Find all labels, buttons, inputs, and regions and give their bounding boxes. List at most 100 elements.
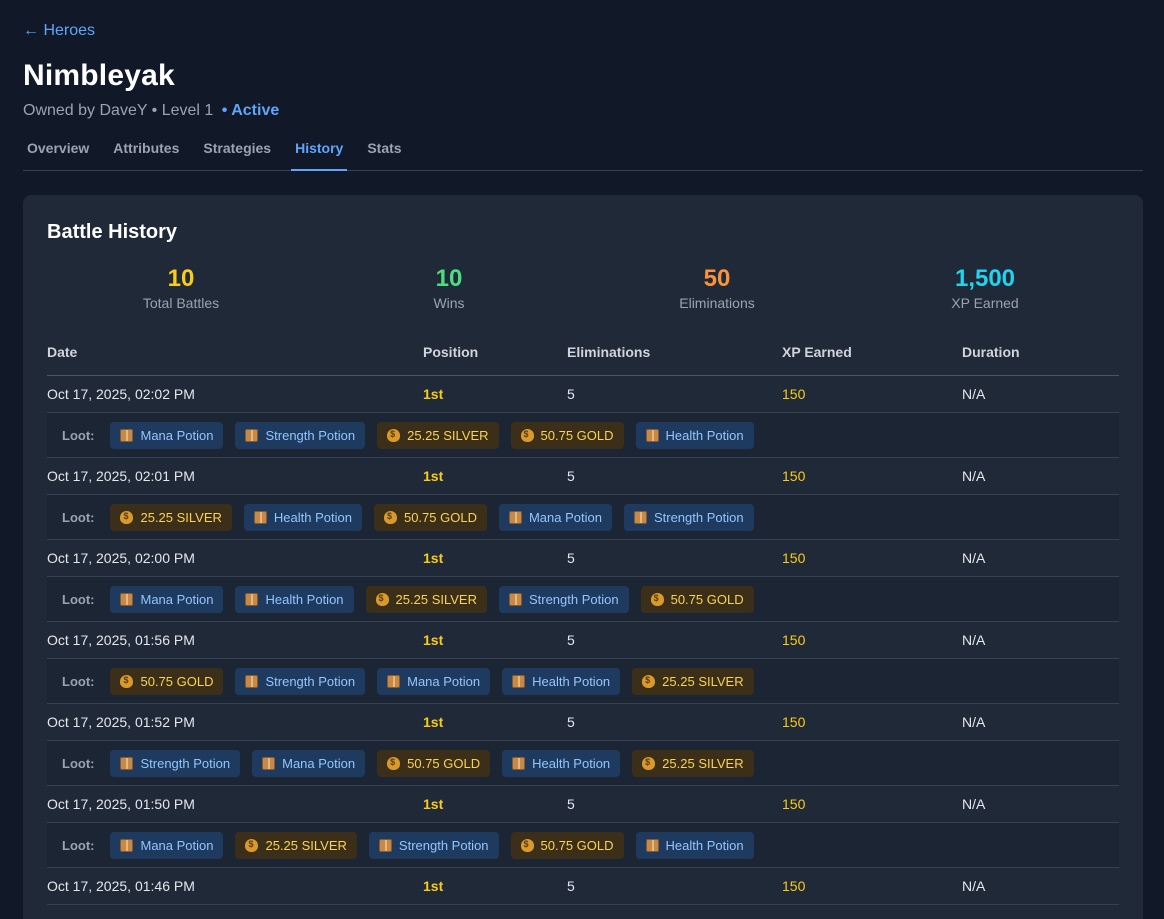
loot-chip[interactable]: 50.75 GOLD bbox=[377, 749, 491, 777]
table-row[interactable]: Oct 17, 2025, 02:01 PM 1st 5 150 N/A bbox=[47, 458, 1119, 495]
battle-history-table: Date Position Eliminations XP Earned Dur… bbox=[47, 338, 1119, 905]
battle-date: Oct 17, 2025, 01:46 PM bbox=[47, 878, 195, 894]
summary-stat: 10 Wins bbox=[315, 266, 583, 312]
money-bag-icon bbox=[375, 592, 389, 606]
table-row[interactable]: Oct 17, 2025, 02:02 PM 1st 5 150 N/A bbox=[47, 376, 1119, 413]
loot-chip-label: Mana Potion bbox=[407, 673, 481, 689]
table-body: Oct 17, 2025, 02:02 PM 1st 5 150 N/A Loot: Man… bbox=[47, 376, 1119, 905]
loot-chip-label: Mana Potion bbox=[140, 427, 214, 443]
loot-chip[interactable]: Mana Potion bbox=[110, 831, 224, 859]
column-header-eliminations: Eliminations bbox=[567, 344, 651, 360]
battle-duration: N/A bbox=[962, 714, 986, 730]
loot-row: Loot: 25.25 SILVER Health Potion 50.75 GOLD… bbox=[47, 495, 1119, 540]
battle-duration: N/A bbox=[962, 878, 986, 894]
table-row[interactable]: Oct 17, 2025, 01:50 PM 1st 5 150 N/A bbox=[47, 786, 1119, 823]
tab-stats[interactable]: Stats bbox=[363, 132, 405, 171]
loot-chip[interactable]: Mana Potion bbox=[110, 421, 224, 449]
loot-chip[interactable]: Health Potion bbox=[635, 421, 754, 449]
loot-chip-label: Health Potion bbox=[265, 591, 344, 607]
loot-chip-label: 25.25 SILVER bbox=[407, 427, 489, 443]
loot-chip[interactable]: Strength Potion bbox=[368, 831, 499, 859]
battle-eliminations: 5 bbox=[567, 550, 575, 566]
loot-chip-label: 25.25 SILVER bbox=[395, 591, 477, 607]
loot-chip[interactable]: 50.75 GOLD bbox=[110, 667, 224, 695]
battle-eliminations: 5 bbox=[567, 796, 575, 812]
loot-label: Loot: bbox=[62, 673, 95, 689]
loot-chip[interactable]: 25.25 SILVER bbox=[632, 667, 754, 695]
money-bag-icon bbox=[245, 838, 259, 852]
loot-chip[interactable]: Health Potion bbox=[502, 667, 621, 695]
loot-chip[interactable]: Strength Potion bbox=[235, 421, 366, 449]
battle-position: 1st bbox=[423, 796, 444, 812]
loot-chip[interactable]: 25.25 SILVER bbox=[377, 421, 499, 449]
loot-chip[interactable]: 50.75 GOLD bbox=[510, 421, 624, 449]
loot-chip[interactable]: Mana Potion bbox=[377, 667, 491, 695]
loot-chip[interactable]: 25.25 SILVER bbox=[365, 585, 487, 613]
back-to-heroes-link[interactable]: ← Heroes bbox=[23, 22, 95, 40]
loot-chip[interactable]: 25.25 SILVER bbox=[235, 831, 357, 859]
battle-xp: 150 bbox=[782, 386, 806, 402]
crate-icon bbox=[508, 592, 522, 606]
loot-chip[interactable]: Strength Potion bbox=[110, 749, 241, 777]
loot-chip[interactable]: 50.75 GOLD bbox=[640, 585, 754, 613]
battle-date: Oct 17, 2025, 01:52 PM bbox=[47, 714, 195, 730]
hero-detail-page: ← Heroes Nimbleyak Owned by DaveY • Leve… bbox=[0, 0, 1164, 919]
loot-chip[interactable]: Health Potion bbox=[635, 831, 754, 859]
loot-chip-label: Strength Potion bbox=[265, 673, 356, 689]
summary-stat-label: Total Battles bbox=[142, 295, 220, 311]
loot-chip[interactable]: Health Potion bbox=[243, 503, 362, 531]
loot-chip-label: 25.25 SILVER bbox=[662, 755, 744, 771]
loot-chip[interactable]: 25.25 SILVER bbox=[110, 503, 232, 531]
table-row[interactable]: Oct 17, 2025, 01:52 PM 1st 5 150 N/A bbox=[47, 704, 1119, 741]
battle-eliminations: 5 bbox=[567, 468, 575, 484]
loot-chip[interactable]: Mana Potion bbox=[252, 749, 366, 777]
loot-label: Loot: bbox=[62, 427, 95, 443]
loot-chip-label: Health Potion bbox=[665, 837, 744, 853]
money-bag-icon bbox=[120, 674, 134, 688]
battle-position: 1st bbox=[423, 468, 444, 484]
crate-icon bbox=[508, 510, 522, 524]
loot-chip[interactable]: Health Potion bbox=[502, 749, 621, 777]
loot-chip[interactable]: Strength Potion bbox=[623, 503, 754, 531]
battle-duration: N/A bbox=[962, 468, 986, 484]
crate-icon bbox=[512, 756, 526, 770]
crate-icon bbox=[633, 510, 647, 524]
table-row[interactable]: Oct 17, 2025, 02:00 PM 1st 5 150 N/A bbox=[47, 540, 1119, 577]
crate-icon bbox=[512, 674, 526, 688]
tab-strategies[interactable]: Strategies bbox=[199, 132, 275, 171]
table-row[interactable]: Oct 17, 2025, 01:56 PM 1st 5 150 N/A bbox=[47, 622, 1119, 659]
loot-chip[interactable]: 25.25 SILVER bbox=[632, 749, 754, 777]
loot-chip-label: Mana Potion bbox=[140, 591, 214, 607]
tab-history[interactable]: History bbox=[291, 132, 348, 171]
column-header-date: Date bbox=[47, 344, 78, 360]
loot-chip[interactable]: Strength Potion bbox=[498, 585, 629, 613]
loot-chip[interactable]: Health Potion bbox=[235, 585, 354, 613]
table-row[interactable]: Oct 17, 2025, 01:46 PM 1st 5 150 N/A bbox=[47, 868, 1119, 905]
loot-chip[interactable]: 50.75 GOLD bbox=[373, 503, 487, 531]
tab-attributes[interactable]: Attributes bbox=[109, 132, 183, 171]
column-header-xp: XP Earned bbox=[782, 344, 852, 360]
loot-row: Loot: Mana Potion 25.25 SILVER Strength Pot… bbox=[47, 823, 1119, 868]
battle-duration: N/A bbox=[962, 632, 986, 648]
battle-position: 1st bbox=[423, 550, 444, 566]
loot-chip-label: 25.25 SILVER bbox=[265, 837, 347, 853]
loot-chip-label: Health Potion bbox=[665, 427, 744, 443]
battle-date: Oct 17, 2025, 02:00 PM bbox=[47, 550, 195, 566]
loot-chip-label: Health Potion bbox=[532, 755, 611, 771]
money-bag-icon bbox=[520, 428, 534, 442]
loot-chip[interactable]: Mana Potion bbox=[498, 503, 612, 531]
loot-chip-label: Strength Potion bbox=[528, 591, 619, 607]
column-header-position: Position bbox=[423, 344, 479, 360]
loot-chip-label: 50.75 GOLD bbox=[540, 837, 614, 853]
loot-chip[interactable]: 50.75 GOLD bbox=[510, 831, 624, 859]
battle-date: Oct 17, 2025, 02:02 PM bbox=[47, 386, 195, 402]
tab-overview[interactable]: Overview bbox=[23, 132, 93, 171]
loot-chip[interactable]: Strength Potion bbox=[235, 667, 366, 695]
summary-stat: 10 Total Battles bbox=[47, 266, 315, 312]
loot-row: Loot: Mana Potion Strength Potion 25.25 SIL… bbox=[47, 413, 1119, 458]
money-bag-icon bbox=[387, 756, 401, 770]
loot-row: Loot: 50.75 GOLD Strength Potion Mana Potio… bbox=[47, 659, 1119, 704]
summary-stat-label: Wins bbox=[433, 295, 465, 311]
loot-chip[interactable]: Mana Potion bbox=[110, 585, 224, 613]
summary-stat-label: XP Earned bbox=[951, 295, 1019, 311]
